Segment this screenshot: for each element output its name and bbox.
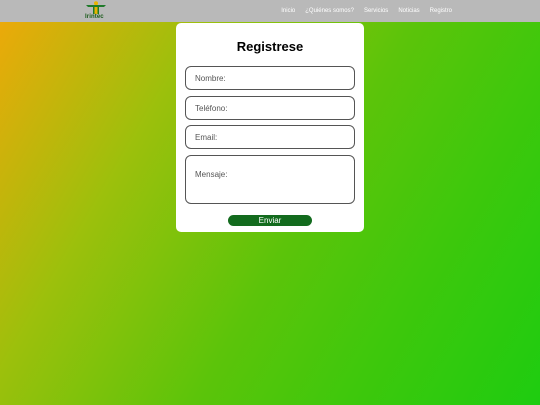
main-nav: Inicio ¿Quiénes somos? Servicios Noticia… bbox=[281, 0, 452, 22]
registration-form-card: Registrese Enviar bbox=[176, 23, 364, 232]
nombre-input[interactable] bbox=[185, 66, 355, 90]
logo-text: Irintec bbox=[85, 14, 104, 20]
nav-link-servicios[interactable]: Servicios bbox=[364, 8, 388, 14]
nav-link-registro[interactable]: Registro bbox=[430, 8, 452, 14]
email-input[interactable] bbox=[185, 125, 355, 149]
form-title: Registrese bbox=[236, 39, 304, 54]
enviar-button[interactable]: Enviar bbox=[228, 215, 312, 226]
nav-link-inicio[interactable]: Inicio bbox=[281, 8, 295, 14]
telefono-input[interactable] bbox=[185, 96, 355, 120]
nav-link-noticias[interactable]: Noticias bbox=[398, 8, 419, 14]
mensaje-textarea[interactable] bbox=[185, 155, 355, 204]
nav-link-quienes-somos[interactable]: ¿Quiénes somos? bbox=[305, 8, 354, 14]
top-navbar: Irintec Inicio ¿Quiénes somos? Servicios… bbox=[0, 0, 540, 22]
